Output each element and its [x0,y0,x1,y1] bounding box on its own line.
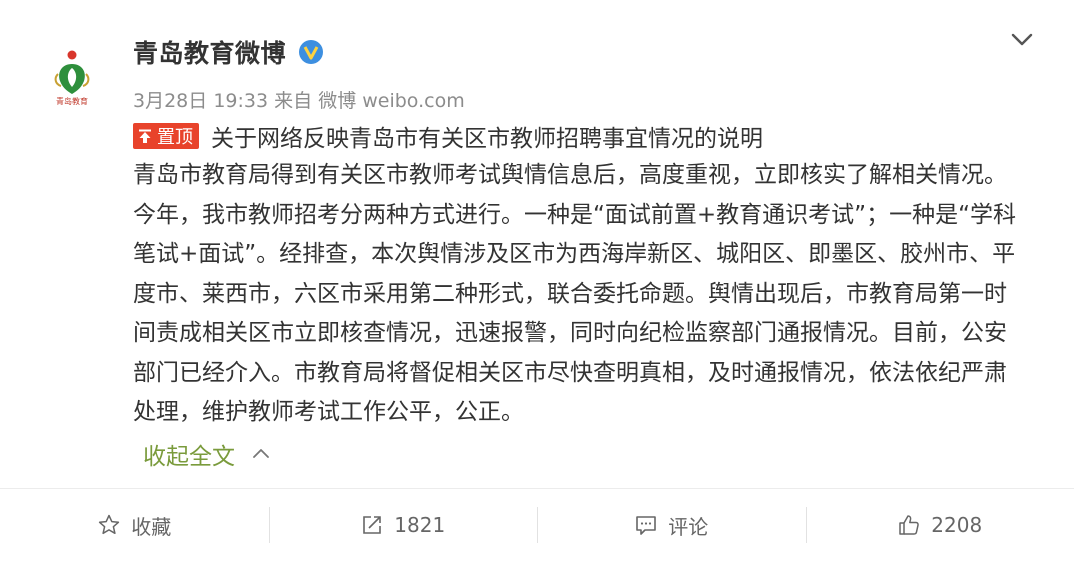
repost-button[interactable]: 1821 [269,489,538,561]
weibo-post-card: 青岛教育 青岛教育微博 3月28日 19:33 来自 微博 weibo.com … [0,0,1074,560]
pin-badge: 置顶 [133,123,199,149]
account-name[interactable]: 青岛教育微博 [133,34,286,70]
comment-icon [634,513,658,537]
repost-count: 1821 [394,513,445,537]
action-bar: 收藏 1821 评论 2208 [0,488,1074,561]
post-body: 青岛市教育局得到有关区市教师考试舆情信息后，高度重视，立即核实了解相关情况。今年… [133,156,1023,433]
favorite-button[interactable]: 收藏 [0,489,269,561]
post-date[interactable]: 3月28日 [133,90,207,112]
account-header: 青岛教育微博 [133,32,324,72]
like-button[interactable]: 2208 [806,489,1074,561]
pin-label: 置顶 [157,123,193,149]
pinned-title-row: 置顶 关于网络反映青岛市有关区市教师招聘事宜情况的说明 [133,120,763,152]
chevron-down-icon [1011,33,1033,47]
collapse-text-button[interactable]: 收起全文 [143,436,271,472]
comment-label: 评论 [668,511,708,540]
favorite-label: 收藏 [131,511,171,540]
comment-button[interactable]: 评论 [537,489,806,561]
post-title: 关于网络反映青岛市有关区市教师招聘事宜情况的说明 [211,119,763,153]
collapse-label: 收起全文 [143,437,235,471]
avatar-logo-icon: 青岛教育 [36,34,108,106]
source-prefix: 来自 [274,90,312,112]
star-icon [97,513,121,537]
post-time[interactable]: 19:33 [213,90,268,112]
pin-icon [137,128,153,144]
like-count: 2208 [931,513,982,537]
thumbs-up-icon [897,513,921,537]
repost-icon [360,513,384,537]
post-meta: 3月28日 19:33 来自 微博 weibo.com [133,86,465,113]
verified-badge-icon [298,39,324,65]
post-menu-button[interactable] [1004,22,1040,58]
avatar[interactable]: 青岛教育 [36,34,108,106]
svg-text:青岛教育: 青岛教育 [56,96,88,106]
post-source: 微博 weibo.com [318,90,465,112]
chevron-up-icon [251,444,271,464]
